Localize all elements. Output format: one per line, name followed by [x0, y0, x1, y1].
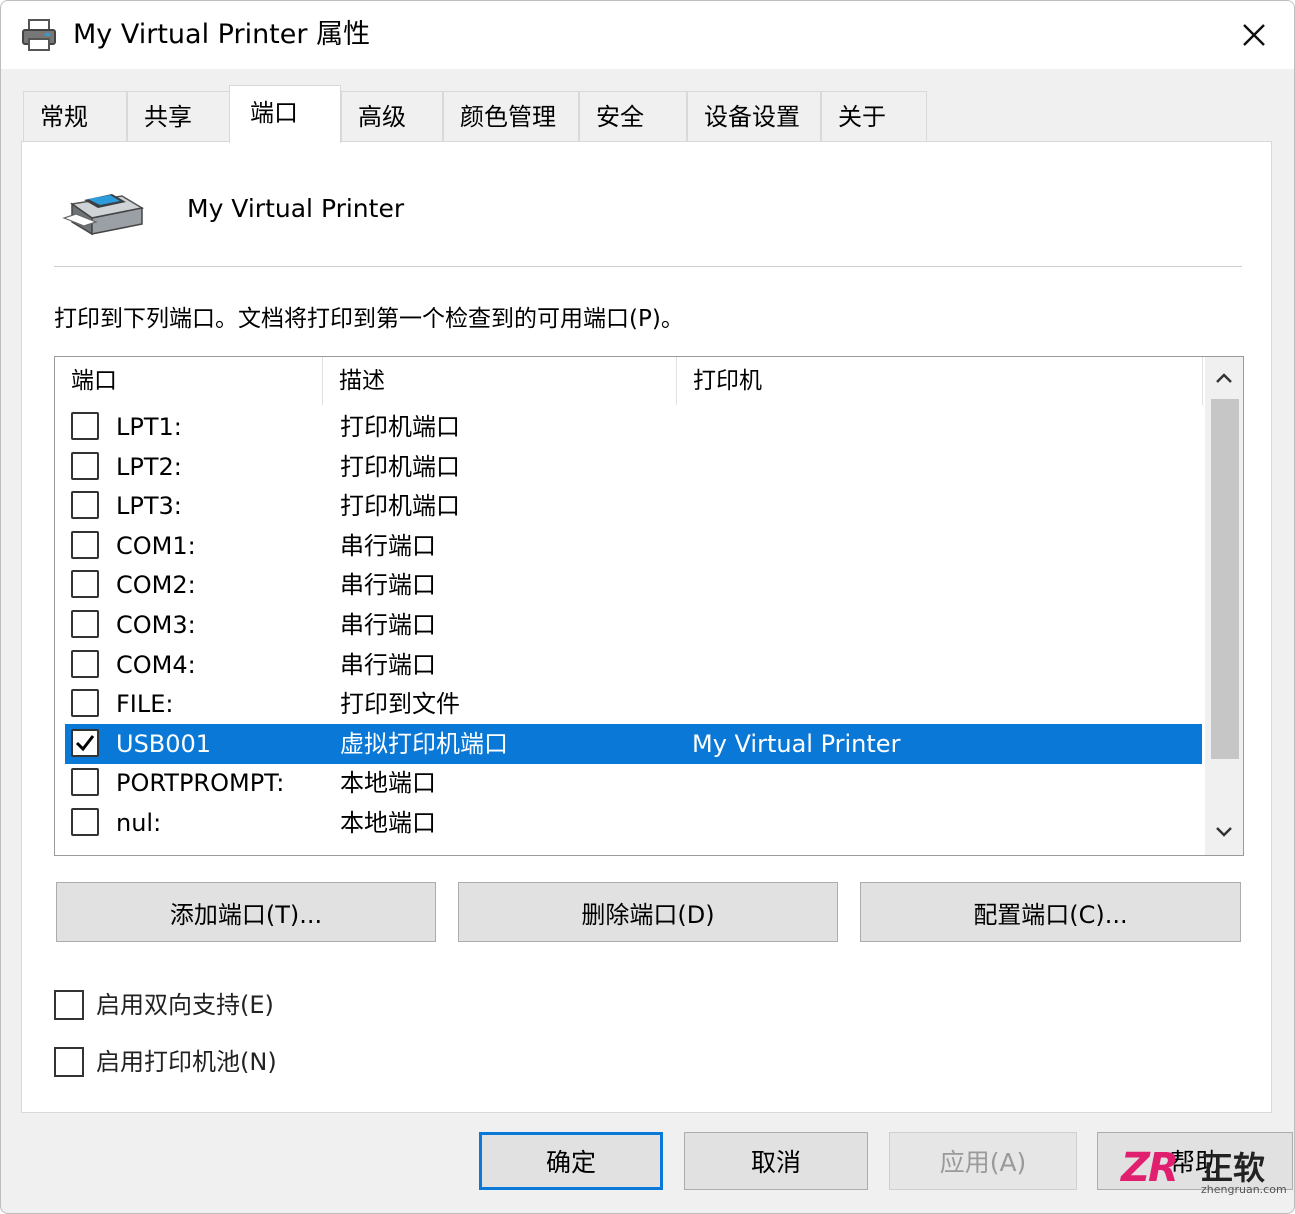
port-checkbox[interactable] [71, 451, 99, 480]
tab-security[interactable]: 安全 [579, 91, 687, 141]
chevron-up-icon[interactable] [1213, 367, 1235, 389]
port-checkbox[interactable] [71, 412, 99, 440]
pooling-checkbox[interactable] [54, 1047, 84, 1077]
port-printer: My Virtual Printer [692, 729, 901, 758]
bidirectional-option[interactable]: 启用双向支持(E) [54, 988, 354, 1020]
column-header-description[interactable]: 描述 [323, 357, 677, 405]
vertical-scrollbar[interactable] [1205, 357, 1243, 855]
printer-icon [22, 19, 56, 51]
port-description: 串行端口 [340, 611, 436, 639]
watermark-logo: ZR [1121, 1145, 1179, 1191]
tab-general[interactable]: 常规 [23, 91, 127, 141]
pooling-label: 启用打印机池(N) [96, 1048, 277, 1076]
add-port-button[interactable]: 添加端口(T)... [56, 882, 436, 942]
ok-button[interactable]: 确定 [479, 1132, 663, 1190]
close-button[interactable] [1232, 13, 1276, 57]
tab-color-management[interactable]: 颜色管理 [443, 91, 579, 141]
cancel-button[interactable]: 取消 [684, 1132, 868, 1190]
table-row[interactable]: PORTPROMPT: 本地端口 [65, 763, 1202, 803]
port-checkbox[interactable] [71, 530, 99, 559]
table-row[interactable]: COM4: 串行端口 [65, 645, 1202, 685]
properties-dialog: My Virtual Printer 属性 常规 共享 端口 高级 颜色管理 安… [0, 0, 1295, 1214]
port-checkbox[interactable] [71, 570, 99, 599]
pooling-option[interactable]: 启用打印机池(N) [54, 1045, 354, 1077]
tab-advanced[interactable]: 高级 [341, 91, 443, 141]
port-description: 打印到文件 [340, 690, 460, 719]
table-row[interactable]: USB001 虚拟打印机端口 My Virtual Printer [65, 723, 1202, 764]
ports-panel: My Virtual Printer 打印到下列端口。文档将打印到第一个检查到的… [21, 141, 1272, 1113]
port-name: COM3: [116, 611, 196, 639]
port-description: 虚拟打印机端口 [340, 729, 508, 758]
configure-port-button[interactable]: 配置端口(C)... [860, 882, 1241, 942]
port-name: COM4: [116, 650, 196, 679]
port-name: FILE: [116, 690, 174, 719]
port-description: 串行端口 [340, 531, 436, 560]
bidirectional-checkbox[interactable] [54, 990, 84, 1020]
port-checkbox[interactable] [71, 728, 99, 757]
port-description: 本地端口 [340, 809, 436, 837]
port-description: 打印机端口 [340, 452, 460, 481]
table-row[interactable]: nul: 本地端口 [65, 803, 1202, 843]
tab-about[interactable]: 关于 [821, 91, 927, 141]
column-header-port[interactable]: 端口 [55, 357, 323, 405]
watermark-url: zhengruan.com [1201, 1183, 1287, 1196]
tab-sharing[interactable]: 共享 [127, 91, 231, 141]
separator [54, 266, 1242, 267]
port-checkbox[interactable] [71, 491, 99, 520]
port-checkbox[interactable] [71, 768, 99, 797]
title-bar: My Virtual Printer 属性 [1, 1, 1294, 69]
instruction-text: 打印到下列端口。文档将打印到第一个检查到的可用端口(P)。 [54, 306, 684, 332]
table-row[interactable]: LPT3: 打印机端口 [65, 486, 1202, 526]
port-name: nul: [116, 809, 162, 837]
port-name: LPT3: [116, 492, 182, 521]
table-row[interactable]: LPT2: 打印机端口 [65, 447, 1202, 487]
apply-button[interactable]: 应用(A) [889, 1132, 1077, 1190]
port-checkbox[interactable] [71, 610, 99, 638]
close-icon [1243, 24, 1265, 46]
tab-ports[interactable]: 端口 [229, 85, 341, 143]
port-name: COM2: [116, 571, 196, 600]
table-row[interactable]: COM3: 串行端口 [65, 605, 1202, 645]
port-description: 打印机端口 [340, 413, 460, 441]
port-description: 串行端口 [340, 650, 436, 679]
table-row[interactable]: FILE: 打印到文件 [65, 684, 1202, 724]
tab-device-settings[interactable]: 设备设置 [687, 91, 821, 141]
scrollbar-thumb[interactable] [1211, 399, 1239, 759]
printer-name: My Virtual Printer [187, 194, 405, 223]
port-description: 打印机端口 [340, 492, 460, 521]
printer-icon [62, 194, 145, 236]
bidirectional-label: 启用双向支持(E) [96, 991, 274, 1019]
port-name: COM1: [116, 531, 196, 560]
chevron-down-icon[interactable] [1213, 821, 1235, 843]
table-row[interactable]: COM1: 串行端口 [65, 526, 1202, 566]
port-name: LPT1: [116, 413, 182, 441]
column-header-printer[interactable]: 打印机 [677, 357, 1203, 405]
port-list[interactable]: 端口 描述 打印机 LPT1: 打印机端口 LPT2: 打印机端口 LPT3: 打印机端口… [54, 356, 1244, 856]
port-checkbox[interactable] [71, 689, 99, 718]
port-description: 串行端口 [340, 571, 436, 600]
window-title: My Virtual Printer 属性 [73, 19, 371, 50]
port-checkbox[interactable] [71, 808, 99, 836]
watermark: ZR 正软 zhengruan.com [1121, 1139, 1287, 1199]
port-name: USB001 [116, 729, 212, 758]
port-name: PORTPROMPT: [116, 769, 285, 798]
table-row[interactable]: LPT1: 打印机端口 [65, 407, 1202, 447]
port-name: LPT2: [116, 452, 182, 481]
port-description: 本地端口 [340, 769, 436, 798]
delete-port-button[interactable]: 删除端口(D) [458, 882, 838, 942]
table-row[interactable]: COM2: 串行端口 [65, 565, 1202, 605]
checkmark-icon [75, 734, 95, 752]
port-checkbox[interactable] [71, 649, 99, 678]
